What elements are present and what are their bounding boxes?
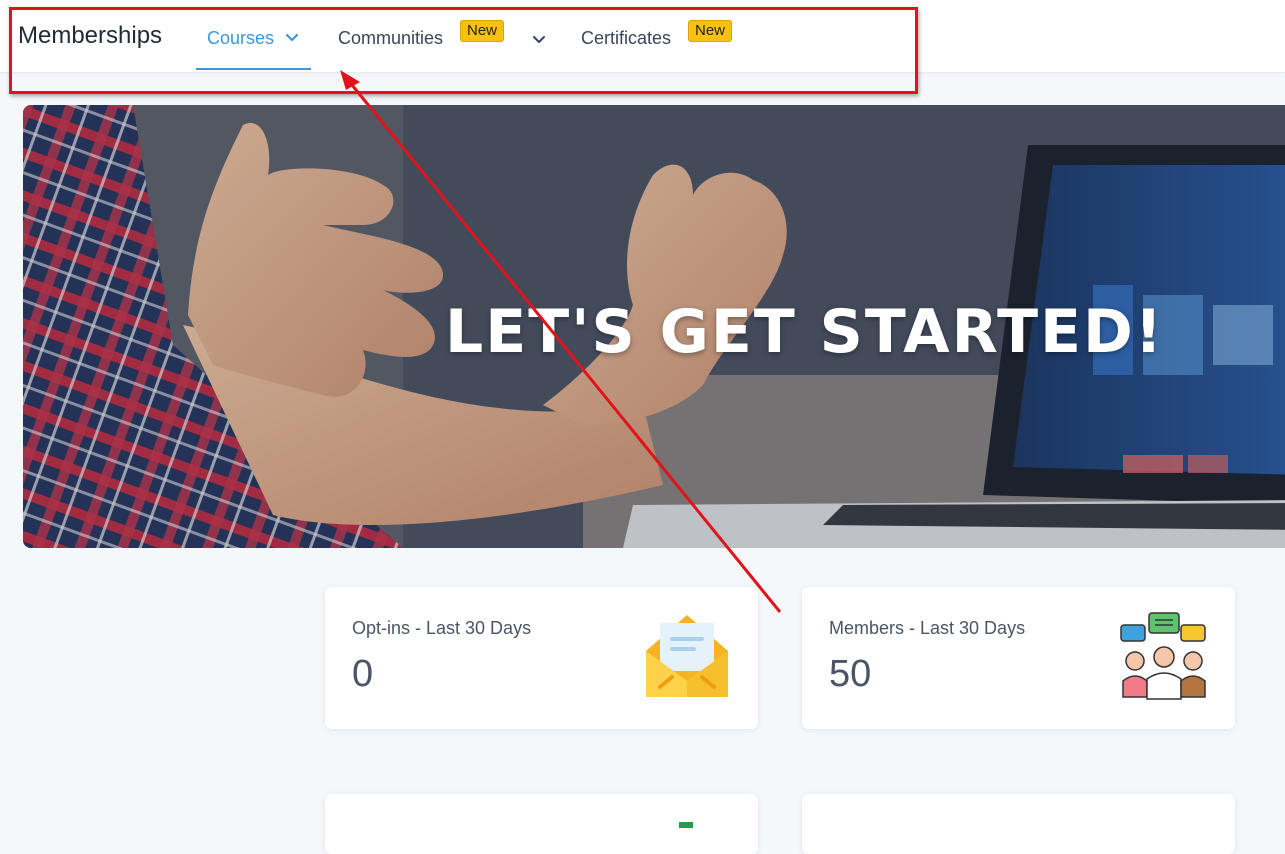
hero-title: LET'S GET STARTED!: [445, 297, 1165, 367]
stat-card-partial: [325, 794, 758, 854]
tab-certificates[interactable]: Certificates: [581, 28, 671, 70]
tab-courses-label: Courses: [207, 28, 275, 48]
tab-certificates-label: Certificates: [581, 28, 672, 48]
hero-banner: LET'S GET STARTED!: [23, 105, 1285, 548]
tab-communities-label: Communities: [338, 28, 444, 48]
tab-communities[interactable]: Communities: [338, 28, 443, 70]
tab-courses[interactable]: Courses: [195, 28, 312, 70]
chevron-down-icon[interactable]: [284, 30, 300, 46]
card-icon-partial: [679, 822, 693, 828]
stat-card-members: Members - Last 30 Days 50: [802, 587, 1235, 729]
stat-card-optins: Opt-ins - Last 30 Days 0: [325, 587, 758, 729]
community-people-icon: [1119, 611, 1209, 706]
stat-label: Members - Last 30 Days: [829, 618, 1026, 638]
stat-value: 50: [829, 653, 872, 695]
app-title: Memberships: [18, 22, 163, 49]
stat-card-partial: [802, 794, 1235, 854]
top-nav-bar: Memberships Courses Communities New Cert…: [0, 0, 1285, 73]
new-badge-communities: New: [460, 20, 505, 42]
chevron-down-icon[interactable]: [531, 32, 547, 53]
envelope-icon: [642, 611, 732, 706]
new-badge-certificates: New: [688, 20, 733, 42]
stat-label: Opt-ins - Last 30 Days: [352, 618, 532, 638]
stat-value: 0: [352, 653, 374, 695]
